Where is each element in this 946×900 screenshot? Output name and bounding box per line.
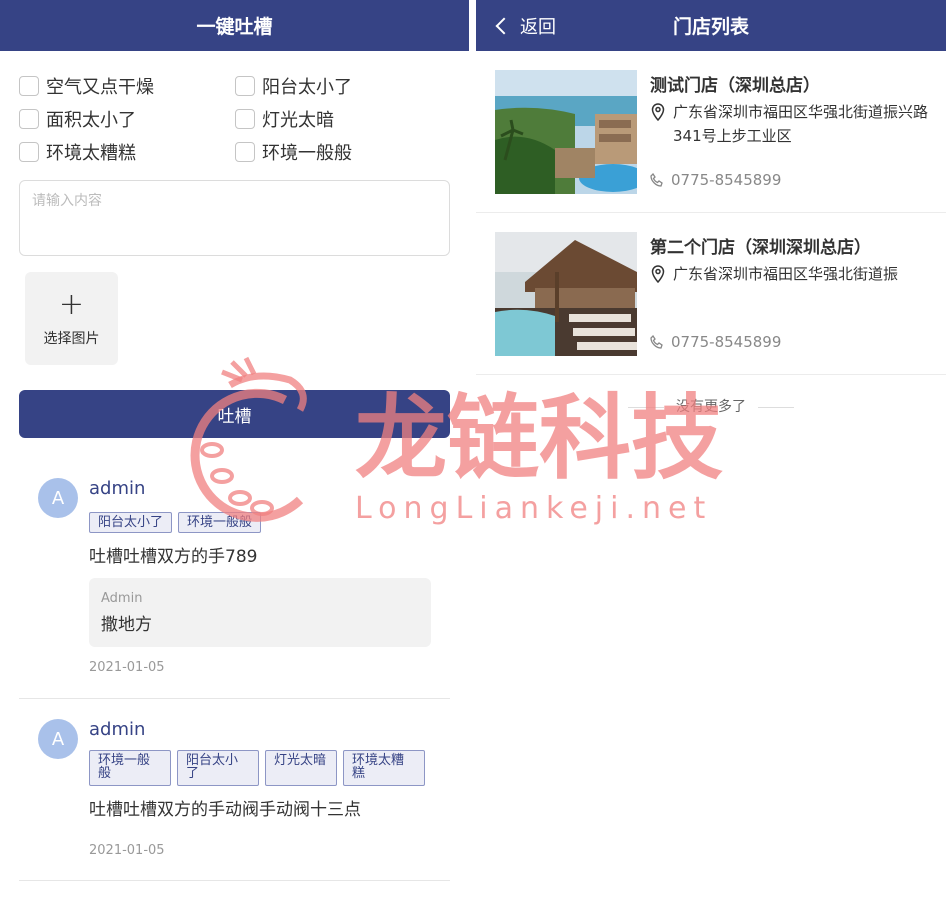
page-title: 一键吐槽: [196, 16, 273, 38]
panel-divider: [469, 0, 476, 900]
store-item[interactable]: 测试门店（深圳总店） 广东省深圳市福田区华强北街道振兴路341号上步工业区 07…: [476, 51, 946, 213]
no-more-text: 没有更多了: [476, 396, 946, 416]
checkbox[interactable]: [19, 142, 39, 162]
store-phone[interactable]: 0775-8545899: [650, 333, 781, 351]
checkbox[interactable]: [235, 109, 255, 129]
address-text: 广东省深圳市福田区华强北街道振: [673, 265, 899, 283]
avatar: A: [38, 478, 78, 518]
store-item[interactable]: 第二个门店（深圳深圳总店） 广东省深圳市福田区华强北街道振 0775-85458…: [476, 213, 946, 375]
phone-number: 0775-8545899: [671, 171, 782, 189]
post-content: 吐槽吐槽双方的手789: [89, 547, 258, 567]
complaint-options: 空气又点干燥 阳台太小了 面积太小了 灯光太暗 环境太糟糕 环境一般般: [19, 75, 449, 164]
complaint-header: 一键吐槽: [0, 0, 469, 51]
post-tag: 阳台太小了: [177, 750, 259, 786]
store-photo: [495, 70, 637, 194]
option-air-dry[interactable]: 空气又点干燥: [19, 75, 235, 98]
checkbox[interactable]: [235, 76, 255, 96]
complaint-post: A admin 阳台太小了 环境一般般 吐槽吐槽双方的手789 Admin 撒地…: [19, 478, 450, 699]
reply-user: Admin: [101, 591, 143, 606]
option-env-bad[interactable]: 环境太糟糕: [19, 141, 235, 164]
post-tag: 阳台太小了: [89, 512, 173, 533]
address-text: 广东省深圳市福田区华强北街道振兴路341号上步工业区: [673, 103, 929, 145]
post-username: admin: [89, 478, 146, 499]
option-label: 面积太小了: [46, 110, 136, 131]
store-address: 广东省深圳市福田区华强北街道振兴路341号上步工业区: [650, 100, 930, 148]
complaint-panel: 一键吐槽 空气又点干燥 阳台太小了 面积太小了 灯光太暗 环境太糟糕 环境一般般…: [0, 0, 469, 900]
post-date: 2021-01-05: [89, 660, 165, 675]
option-label: 灯光太暗: [262, 110, 334, 131]
post-date: 2021-01-05: [89, 843, 165, 858]
back-label: 返回: [520, 16, 556, 38]
option-label: 阳台太小了: [262, 77, 352, 98]
option-env-average[interactable]: 环境一般般: [235, 141, 449, 164]
location-pin-icon: [651, 103, 665, 121]
complaint-post: A admin 环境一般般 阳台太小了 灯光太暗 环境太糟糕 吐槽吐槽双方的手动…: [19, 719, 450, 881]
option-light-dim[interactable]: 灯光太暗: [235, 108, 449, 131]
store-name: 测试门店（深圳总店）: [650, 76, 820, 96]
complaint-input[interactable]: [19, 180, 450, 256]
post-username: admin: [89, 719, 146, 740]
store-name: 第二个门店（深圳深圳总店）: [650, 238, 871, 258]
option-balcony-small[interactable]: 阳台太小了: [235, 75, 449, 98]
submit-complaint-button[interactable]: 吐槽: [19, 390, 450, 438]
option-area-small[interactable]: 面积太小了: [19, 108, 235, 131]
checkbox[interactable]: [19, 109, 39, 129]
phone-icon: [650, 335, 663, 349]
page-title: 门店列表: [672, 16, 749, 38]
back-button[interactable]: 返回: [495, 0, 556, 51]
plus-icon: +: [58, 286, 85, 322]
phone-icon: [650, 173, 663, 187]
option-label: 环境一般般: [262, 143, 352, 164]
post-tags: 阳台太小了 环境一般般: [89, 512, 262, 533]
select-image-button[interactable]: + 选择图片: [25, 272, 118, 365]
location-pin-icon: [651, 265, 665, 283]
chevron-left-icon: [495, 17, 513, 34]
store-photo: [495, 232, 637, 356]
post-content: 吐槽吐槽双方的手动阀手动阀十三点: [89, 800, 361, 820]
post-tags: 环境一般般 阳台太小了 灯光太暗 环境太糟糕: [89, 750, 425, 786]
admin-reply: Admin 撒地方: [89, 578, 431, 647]
option-label: 环境太糟糕: [46, 143, 136, 164]
reply-text: 撒地方: [101, 615, 152, 635]
option-label: 空气又点干燥: [46, 77, 154, 98]
post-tag: 环境一般般: [178, 512, 262, 533]
checkbox[interactable]: [19, 76, 39, 96]
store-list-panel: 返回 门店列表 测试门店（深圳总店） 广东省深圳市福田区华强北街道振兴路341号…: [476, 0, 946, 900]
post-tag: 环境一般般: [89, 750, 171, 786]
phone-number: 0775-8545899: [671, 333, 782, 351]
avatar: A: [38, 719, 78, 759]
checkbox[interactable]: [235, 142, 255, 162]
store-list-header: 返回 门店列表: [476, 0, 946, 51]
store-address: 广东省深圳市福田区华强北街道振: [650, 262, 930, 286]
store-phone[interactable]: 0775-8545899: [650, 171, 781, 189]
post-tag: 环境太糟糕: [343, 750, 425, 786]
post-tag: 灯光太暗: [265, 750, 337, 786]
upload-label: 选择图片: [43, 330, 100, 347]
